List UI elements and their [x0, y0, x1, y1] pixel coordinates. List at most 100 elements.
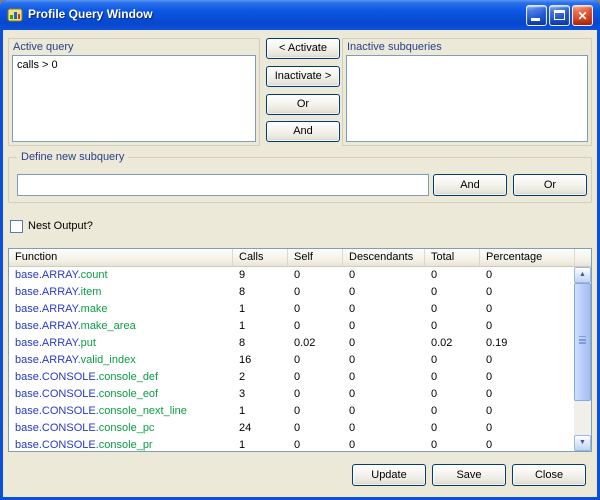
calls-cell: 1 — [233, 318, 288, 335]
self-cell: 0.02 — [288, 335, 343, 352]
table-row[interactable]: base.CONSOLE.console_eof 3 0 0 0 0 — [9, 386, 576, 403]
active-query-list[interactable]: calls > 0 — [12, 55, 256, 142]
total-cell: 0 — [425, 318, 480, 335]
total-cell: 0 — [425, 301, 480, 318]
minimize-button[interactable] — [526, 5, 547, 26]
self-cell: 0 — [288, 437, 343, 451]
function-cell: base.CONSOLE.console_next_line — [9, 403, 233, 420]
column-header-self[interactable]: Self — [288, 249, 343, 266]
descendants-cell: 0 — [343, 437, 425, 451]
activate-button[interactable]: < Activate — [266, 38, 340, 59]
table-row[interactable]: base.CONSOLE.console_def 2 0 0 0 0 — [9, 369, 576, 386]
or-button[interactable]: Or — [266, 94, 340, 115]
percentage-cell: 0 — [480, 403, 576, 420]
titlebar[interactable]: Profile Query Window ✕ — [0, 0, 600, 30]
table-row[interactable]: base.CONSOLE.console_pr 1 0 0 0 0 — [9, 437, 576, 451]
feature-name: console_pr — [99, 439, 153, 451]
cluster-name: base. — [15, 405, 42, 417]
cluster-name: base. — [15, 354, 42, 366]
column-header-function[interactable]: Function — [9, 249, 233, 266]
profile-results-table: Function Calls Self Descendants Total Pe… — [8, 248, 592, 452]
feature-name: make_area — [81, 320, 136, 332]
nest-output-label: Nest Output? — [28, 220, 93, 232]
cluster-name: base. — [15, 439, 42, 451]
profile-query-window: Profile Query Window ✕ Active query call… — [0, 0, 600, 500]
calls-cell: 1 — [233, 403, 288, 420]
percentage-cell: 0 — [480, 420, 576, 437]
maximize-icon — [554, 10, 565, 20]
self-cell: 0 — [288, 369, 343, 386]
column-header-calls[interactable]: Calls — [233, 249, 288, 266]
nest-output-checkbox[interactable] — [10, 220, 23, 233]
class-name: ARRAY. — [42, 303, 81, 315]
app-icon — [7, 7, 23, 23]
function-cell: base.ARRAY.valid_index — [9, 352, 233, 369]
class-name: CONSOLE. — [42, 405, 99, 417]
save-button[interactable]: Save — [432, 464, 506, 486]
column-header-descendants[interactable]: Descendants — [343, 249, 425, 266]
table-row[interactable]: base.CONSOLE.console_next_line 1 0 0 0 0 — [9, 403, 576, 420]
calls-cell: 1 — [233, 301, 288, 318]
class-name: ARRAY. — [42, 337, 81, 349]
self-cell: 0 — [288, 386, 343, 403]
inactive-subqueries-list[interactable] — [346, 55, 588, 142]
minimize-icon — [531, 18, 540, 21]
table-row[interactable]: base.CONSOLE.console_pc 24 0 0 0 0 — [9, 420, 576, 437]
table-row[interactable]: base.ARRAY.count 9 0 0 0 0 — [9, 267, 576, 284]
cluster-name: base. — [15, 286, 42, 298]
update-button[interactable]: Update — [352, 464, 426, 486]
feature-name: console_def — [99, 371, 158, 383]
class-name: CONSOLE. — [42, 388, 99, 400]
table-body: base.ARRAY.count 9 0 0 0 0 base.ARRAY.it… — [9, 267, 576, 451]
descendants-cell: 0 — [343, 352, 425, 369]
column-header-percentage[interactable]: Percentage — [480, 249, 576, 266]
subquery-input[interactable] — [17, 174, 429, 196]
close-button[interactable]: ✕ — [572, 5, 593, 26]
class-name: ARRAY. — [42, 286, 81, 298]
inactive-subqueries-group: Inactive subqueries — [342, 38, 592, 146]
total-cell: 0 — [425, 284, 480, 301]
self-cell: 0 — [288, 318, 343, 335]
function-cell: base.ARRAY.put — [9, 335, 233, 352]
total-cell: 0 — [425, 386, 480, 403]
total-cell: 0 — [425, 352, 480, 369]
percentage-cell: 0 — [480, 437, 576, 451]
total-cell: 0 — [425, 369, 480, 386]
scroll-up-button[interactable]: ▲ — [574, 267, 591, 283]
calls-cell: 24 — [233, 420, 288, 437]
table-row[interactable]: base.ARRAY.valid_index 16 0 0 0 0 — [9, 352, 576, 369]
cluster-name: base. — [15, 303, 42, 315]
scrollbar-track[interactable]: ▲ ▼ — [574, 267, 591, 451]
table-row[interactable]: base.ARRAY.item 8 0 0 0 0 — [9, 284, 576, 301]
inactivate-button[interactable]: Inactivate > — [266, 66, 340, 87]
cluster-name: base. — [15, 269, 42, 281]
table-row[interactable]: base.ARRAY.make 1 0 0 0 0 — [9, 301, 576, 318]
total-cell: 0.02 — [425, 335, 480, 352]
table-row[interactable]: base.ARRAY.put 8 0.02 0 0.02 0.19 — [9, 335, 576, 352]
and-button[interactable]: And — [266, 121, 340, 142]
subquery-and-button[interactable]: And — [433, 174, 507, 196]
descendants-cell: 0 — [343, 369, 425, 386]
descendants-cell: 0 — [343, 403, 425, 420]
feature-name: console_next_line — [99, 405, 187, 417]
calls-cell: 9 — [233, 267, 288, 284]
active-query-item[interactable]: calls > 0 — [13, 56, 255, 74]
self-cell: 0 — [288, 352, 343, 369]
subquery-or-button[interactable]: Or — [513, 174, 587, 196]
feature-name: count — [81, 269, 108, 281]
scroll-down-button[interactable]: ▼ — [574, 435, 591, 451]
close-dialog-button[interactable]: Close — [512, 464, 586, 486]
cluster-name: base. — [15, 337, 42, 349]
function-cell: base.ARRAY.make_area — [9, 318, 233, 335]
dialog-client-area: Active query calls > 0 < Activate Inacti… — [3, 30, 597, 497]
class-name: CONSOLE. — [42, 422, 99, 434]
descendants-cell: 0 — [343, 420, 425, 437]
header-filler — [574, 249, 591, 267]
table-row[interactable]: base.ARRAY.make_area 1 0 0 0 0 — [9, 318, 576, 335]
descendants-cell: 0 — [343, 318, 425, 335]
column-header-total[interactable]: Total — [425, 249, 480, 266]
scrollbar-thumb[interactable] — [574, 283, 591, 401]
maximize-button[interactable] — [549, 5, 570, 26]
percentage-cell: 0 — [480, 352, 576, 369]
percentage-cell: 0 — [480, 301, 576, 318]
